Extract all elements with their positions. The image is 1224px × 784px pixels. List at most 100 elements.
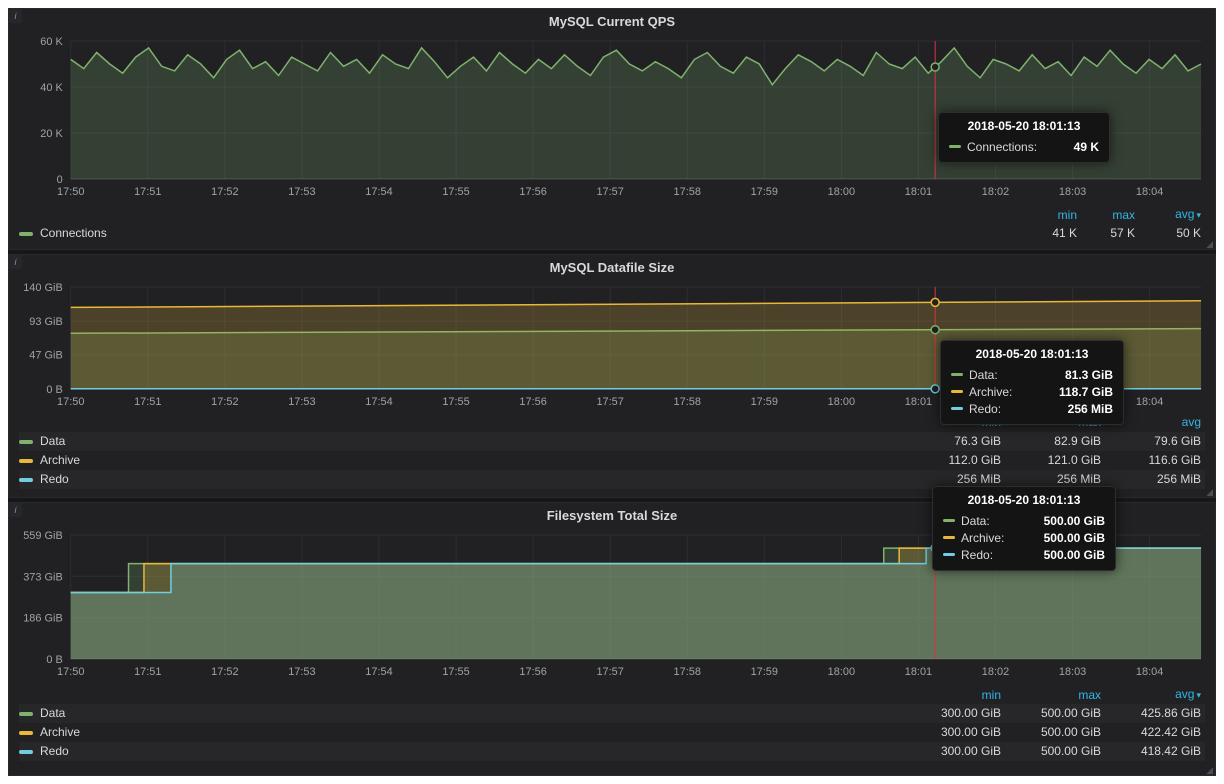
legend-avg-value: 116.6 GiB: [1105, 451, 1205, 470]
legend-min-value: 112.0 GiB: [905, 451, 1005, 470]
panel-resize-handle[interactable]: ◢: [1206, 240, 1213, 249]
legend-header-min[interactable]: min: [1023, 206, 1081, 225]
svg-text:18:02: 18:02: [982, 186, 1009, 198]
legend-avg-value: 418.42 GiB: [1105, 742, 1205, 761]
legend-series-toggle[interactable]: Redo: [19, 742, 905, 761]
legend-header-max[interactable]: max: [1005, 686, 1105, 705]
svg-text:17:53: 17:53: [288, 666, 315, 678]
svg-text:17:51: 17:51: [134, 186, 161, 198]
legend-headers: min max avg▾: [19, 685, 1205, 704]
svg-text:17:57: 17:57: [596, 396, 623, 408]
legend-avg-value: 256 MiB: [1105, 470, 1205, 489]
svg-text:18:03: 18:03: [1059, 666, 1086, 678]
svg-text:17:50: 17:50: [57, 396, 84, 408]
legend-row-archive: Archive 300.00 GiB 500.00 GiB 422.42 GiB: [19, 723, 1205, 742]
series-color-dash: [19, 712, 33, 716]
svg-text:47 GiB: 47 GiB: [29, 350, 62, 362]
svg-text:17:52: 17:52: [211, 666, 238, 678]
svg-text:17:55: 17:55: [442, 666, 469, 678]
legend-series-label: Connections: [40, 224, 107, 243]
series-color-dash: [19, 478, 33, 482]
series-color-dash: [951, 390, 963, 393]
svg-text:17:51: 17:51: [134, 396, 161, 408]
svg-text:17:52: 17:52: [211, 396, 238, 408]
panel-resize-handle[interactable]: ◢: [1206, 488, 1213, 497]
series-color-dash: [19, 750, 33, 754]
legend-header-min[interactable]: min: [905, 686, 1005, 705]
tooltip-qps: 2018-05-20 18:01:13 Connections: 49 K: [938, 112, 1110, 163]
legend-series-toggle[interactable]: Redo: [19, 470, 905, 489]
svg-text:60 K: 60 K: [40, 36, 63, 48]
legend-max-value: 500.00 GiB: [1005, 742, 1105, 761]
svg-text:18:00: 18:00: [828, 396, 855, 408]
svg-text:17:59: 17:59: [751, 186, 778, 198]
legend-row-redo: Redo 300.00 GiB 500.00 GiB 418.42 GiB: [19, 742, 1205, 761]
legend-series-toggle[interactable]: Connections: [19, 224, 1023, 243]
legend-max-value: 121.0 GiB: [1005, 451, 1105, 470]
series-color-dash: [943, 553, 955, 556]
legend-series-toggle[interactable]: Archive: [19, 451, 905, 470]
panel-resize-handle[interactable]: ◢: [1206, 766, 1213, 775]
legend-row-data: Data 76.3 GiB 82.9 GiB 79.6 GiB: [19, 432, 1205, 451]
legend-avg-value: 50 K: [1139, 224, 1205, 243]
tooltip-row: Archive: 500.00 GiB: [943, 529, 1105, 546]
series-color-dash: [951, 373, 963, 376]
svg-text:17:59: 17:59: [751, 396, 778, 408]
legend-header-avg[interactable]: avg▾: [1139, 205, 1205, 225]
legend-header-max[interactable]: max: [1081, 206, 1139, 225]
legend: min max avg▾ Connections 41 K 57 K 50 K: [19, 205, 1205, 243]
legend-min-value: 300.00 GiB: [905, 704, 1005, 723]
legend-row-archive: Archive 112.0 GiB 121.0 GiB 116.6 GiB: [19, 451, 1205, 470]
svg-text:17:54: 17:54: [365, 666, 392, 678]
legend-headers: min max avg▾: [19, 205, 1205, 224]
sort-caret-icon: ▾: [1196, 210, 1201, 220]
legend-header-avg[interactable]: avg▾: [1105, 685, 1205, 705]
svg-text:17:58: 17:58: [674, 666, 701, 678]
legend-series-toggle[interactable]: Data: [19, 432, 905, 451]
tooltip-row: Data: 500.00 GiB: [943, 512, 1105, 529]
svg-text:20 K: 20 K: [40, 128, 63, 140]
svg-text:17:57: 17:57: [596, 186, 623, 198]
tooltip-datafile: 2018-05-20 18:01:13 Data: 81.3 GiB Archi…: [940, 340, 1124, 425]
panel-title[interactable]: MySQL Datafile Size: [9, 260, 1215, 275]
series-color-dash: [943, 536, 955, 539]
legend-series-label: Archive: [40, 723, 80, 742]
legend-series-label: Data: [40, 432, 65, 451]
svg-text:0 B: 0 B: [46, 384, 62, 396]
legend-min-value: 300.00 GiB: [905, 723, 1005, 742]
series-color-dash: [943, 519, 955, 522]
svg-text:18:00: 18:00: [828, 666, 855, 678]
svg-text:18:01: 18:01: [905, 186, 932, 198]
legend-avg-value: 79.6 GiB: [1105, 432, 1205, 451]
legend-min-value: 300.00 GiB: [905, 742, 1005, 761]
svg-text:18:04: 18:04: [1136, 186, 1163, 198]
panel-title[interactable]: MySQL Current QPS: [9, 14, 1215, 29]
svg-text:17:53: 17:53: [288, 186, 315, 198]
series-color-dash: [19, 731, 33, 735]
svg-text:18:00: 18:00: [828, 186, 855, 198]
svg-text:17:51: 17:51: [134, 666, 161, 678]
legend-series-label: Data: [40, 704, 65, 723]
series-color-dash: [19, 459, 33, 463]
legend-max-value: 500.00 GiB: [1005, 723, 1105, 742]
tooltip-timestamp: 2018-05-20 18:01:13: [943, 493, 1105, 507]
legend-series-toggle[interactable]: Archive: [19, 723, 905, 742]
tooltip-row: Data: 81.3 GiB: [951, 366, 1113, 383]
svg-text:17:53: 17:53: [288, 396, 315, 408]
svg-text:40 K: 40 K: [40, 82, 63, 94]
svg-text:18:02: 18:02: [982, 666, 1009, 678]
legend-series-label: Redo: [40, 470, 69, 489]
svg-text:140 GiB: 140 GiB: [23, 282, 63, 294]
svg-text:186 GiB: 186 GiB: [23, 613, 63, 625]
legend-series-toggle[interactable]: Data: [19, 704, 905, 723]
series-color-dash: [19, 440, 33, 444]
series-color-dash: [19, 232, 33, 236]
svg-text:18:03: 18:03: [1059, 186, 1086, 198]
svg-text:17:56: 17:56: [519, 396, 546, 408]
tooltip-timestamp: 2018-05-20 18:01:13: [951, 347, 1113, 361]
svg-text:17:55: 17:55: [442, 186, 469, 198]
legend-min-value: 76.3 GiB: [905, 432, 1005, 451]
tooltip-row: Archive: 118.7 GiB: [951, 383, 1113, 400]
legend-row-data: Data 300.00 GiB 500.00 GiB 425.86 GiB: [19, 704, 1205, 723]
legend-avg-value: 425.86 GiB: [1105, 704, 1205, 723]
